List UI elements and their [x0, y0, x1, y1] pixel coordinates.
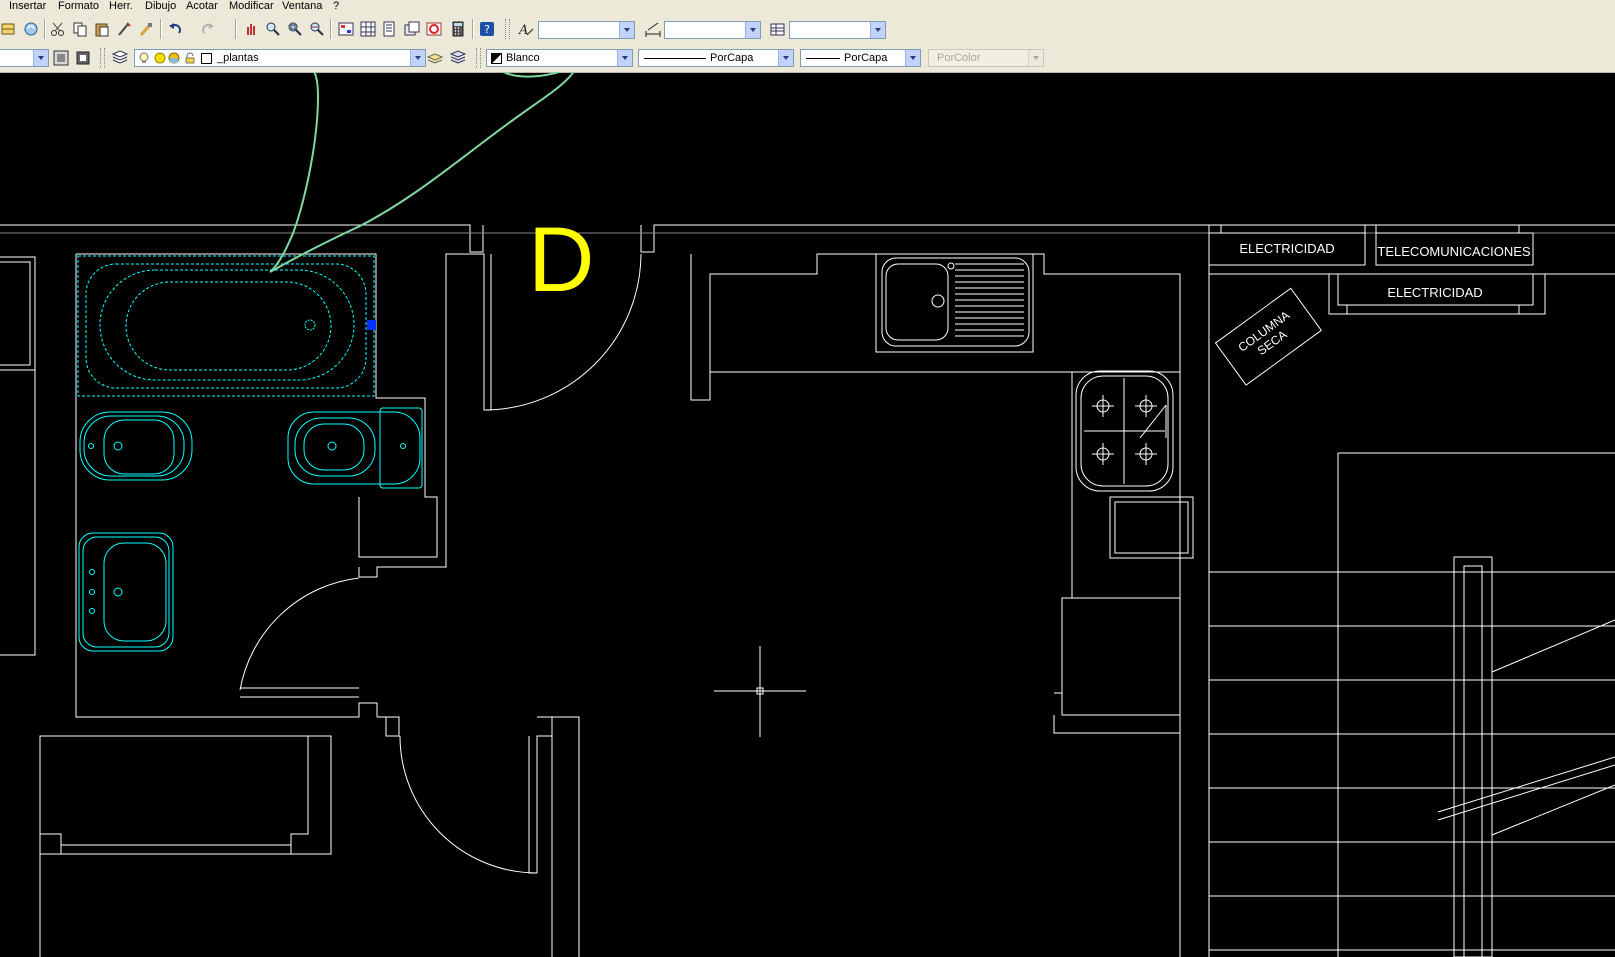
menu-bar: Insertar Formato Herr. Dibujo Acotar Mod… — [0, 0, 1615, 14]
toolbar-separator — [330, 19, 332, 39]
chevron-down-icon[interactable] — [905, 50, 920, 66]
chevron-down-icon[interactable] — [33, 50, 48, 66]
color-swatch-icon — [491, 53, 502, 64]
svg-text:?: ? — [484, 23, 490, 36]
fixtures — [78, 407, 423, 652]
chevron-down-icon[interactable] — [745, 22, 760, 38]
bathtub[interactable] — [77, 255, 376, 397]
toolbar-separator — [235, 19, 237, 39]
chevron-down-icon[interactable] — [870, 22, 885, 38]
sheet-set-icon[interactable] — [404, 21, 420, 37]
paste-icon[interactable] — [94, 21, 110, 37]
properties-icon[interactable] — [338, 21, 354, 37]
layer-manager-icon[interactable] — [112, 50, 128, 66]
label-electricidad-1: ELECTRICIDAD — [1239, 241, 1334, 256]
chevron-down-icon[interactable] — [617, 50, 632, 66]
cut-icon[interactable] — [50, 21, 66, 37]
match-properties-icon[interactable] — [116, 21, 132, 37]
chevron-down-icon[interactable] — [619, 22, 634, 38]
make-current-icon[interactable] — [427, 50, 443, 66]
layers-properties-toolbar: _plantas Blanco PorCapa PorCapa PorColor — [0, 44, 1615, 73]
color-combo[interactable]: Blanco — [486, 49, 633, 67]
toolbar-grip[interactable] — [476, 48, 481, 68]
zoom-window-icon[interactable] — [287, 21, 303, 37]
color-value: Blanco — [506, 52, 540, 64]
redo-icon[interactable] — [200, 21, 216, 37]
menu-acotar[interactable]: Acotar — [186, 0, 218, 14]
linetype-value: PorCapa — [710, 52, 754, 64]
toolbar-grip[interactable] — [100, 48, 105, 68]
table-style-icon[interactable] — [770, 21, 786, 37]
plotstyle-combo: PorColor — [928, 49, 1044, 67]
walls — [0, 224, 1615, 957]
lock-icon[interactable] — [184, 52, 196, 64]
svg-text:A: A — [518, 23, 528, 37]
text-style-combo[interactable] — [538, 21, 635, 39]
zoom-previous-icon[interactable] — [309, 21, 325, 37]
layer-isolate-icon[interactable] — [75, 50, 91, 66]
brush-icon[interactable] — [138, 21, 154, 37]
refresh-icon[interactable] — [23, 21, 39, 37]
menu-insertar[interactable]: Insertar — [9, 0, 46, 14]
table-style-combo[interactable] — [789, 21, 886, 39]
chevron-down-icon[interactable] — [778, 50, 793, 66]
plotstyle-value: PorColor — [937, 52, 981, 64]
design-center-icon[interactable] — [360, 21, 376, 37]
grip-handle[interactable] — [367, 320, 376, 330]
layer-combo[interactable]: _plantas — [134, 49, 426, 67]
viewport-freeze-icon[interactable] — [168, 52, 180, 64]
chevron-down-icon[interactable] — [410, 50, 425, 66]
menu-herr[interactable]: Herr. — [109, 0, 133, 14]
tool-palettes-icon[interactable] — [382, 21, 398, 37]
label-electricidad-2: ELECTRICIDAD — [1387, 285, 1482, 300]
menu-dibujo[interactable]: Dibujo — [145, 0, 176, 14]
linetype-combo[interactable]: PorCapa — [638, 49, 794, 67]
insert-block-icon[interactable] — [0, 21, 16, 37]
menu-ventana[interactable]: Ventana — [282, 0, 322, 14]
model-space-canvas[interactable]: D ELECTRICIDAD TELECOMUNICACIONES ELECTR… — [0, 72, 1615, 957]
help-icon[interactable]: ? — [479, 21, 495, 37]
menu-formato[interactable]: Formato — [58, 0, 99, 14]
dim-style-icon[interactable] — [645, 21, 661, 37]
layer-name: _plantas — [217, 52, 259, 64]
layer-state-icon[interactable] — [53, 50, 69, 66]
toolbar-separator — [160, 19, 162, 39]
unit-label: D — [528, 209, 594, 311]
toolbar-separator — [472, 19, 474, 39]
linetype-sample — [644, 58, 706, 59]
calculator-icon[interactable] — [450, 21, 466, 37]
pan-realtime-icon[interactable] — [243, 21, 259, 37]
chevron-down-icon — [1028, 50, 1043, 66]
lineweight-value: PorCapa — [844, 52, 888, 64]
lineweight-combo[interactable]: PorCapa — [800, 49, 921, 67]
standard-toolbar: ? A — [0, 14, 1615, 44]
menu-modificar[interactable]: Modificar — [229, 0, 274, 14]
layer-previous-icon[interactable] — [450, 50, 466, 66]
copy-icon[interactable] — [72, 21, 88, 37]
workspace-combo[interactable] — [0, 49, 49, 67]
sun-icon[interactable] — [154, 52, 166, 64]
color-swatch-icon — [201, 53, 212, 64]
text-style-icon[interactable]: A — [518, 21, 534, 37]
label-telecomunicaciones: TELECOMUNICACIONES — [1377, 244, 1530, 259]
lineweight-sample — [806, 58, 840, 59]
bulb-icon[interactable] — [138, 52, 150, 64]
dim-style-combo[interactable] — [664, 21, 761, 39]
toolbar-grip[interactable] — [505, 19, 510, 39]
markup-icon[interactable] — [426, 21, 442, 37]
undo-icon[interactable] — [167, 21, 183, 37]
menu-help[interactable]: ? — [333, 0, 339, 14]
toolbar-separator — [44, 19, 46, 39]
zoom-realtime-icon[interactable] — [265, 21, 281, 37]
